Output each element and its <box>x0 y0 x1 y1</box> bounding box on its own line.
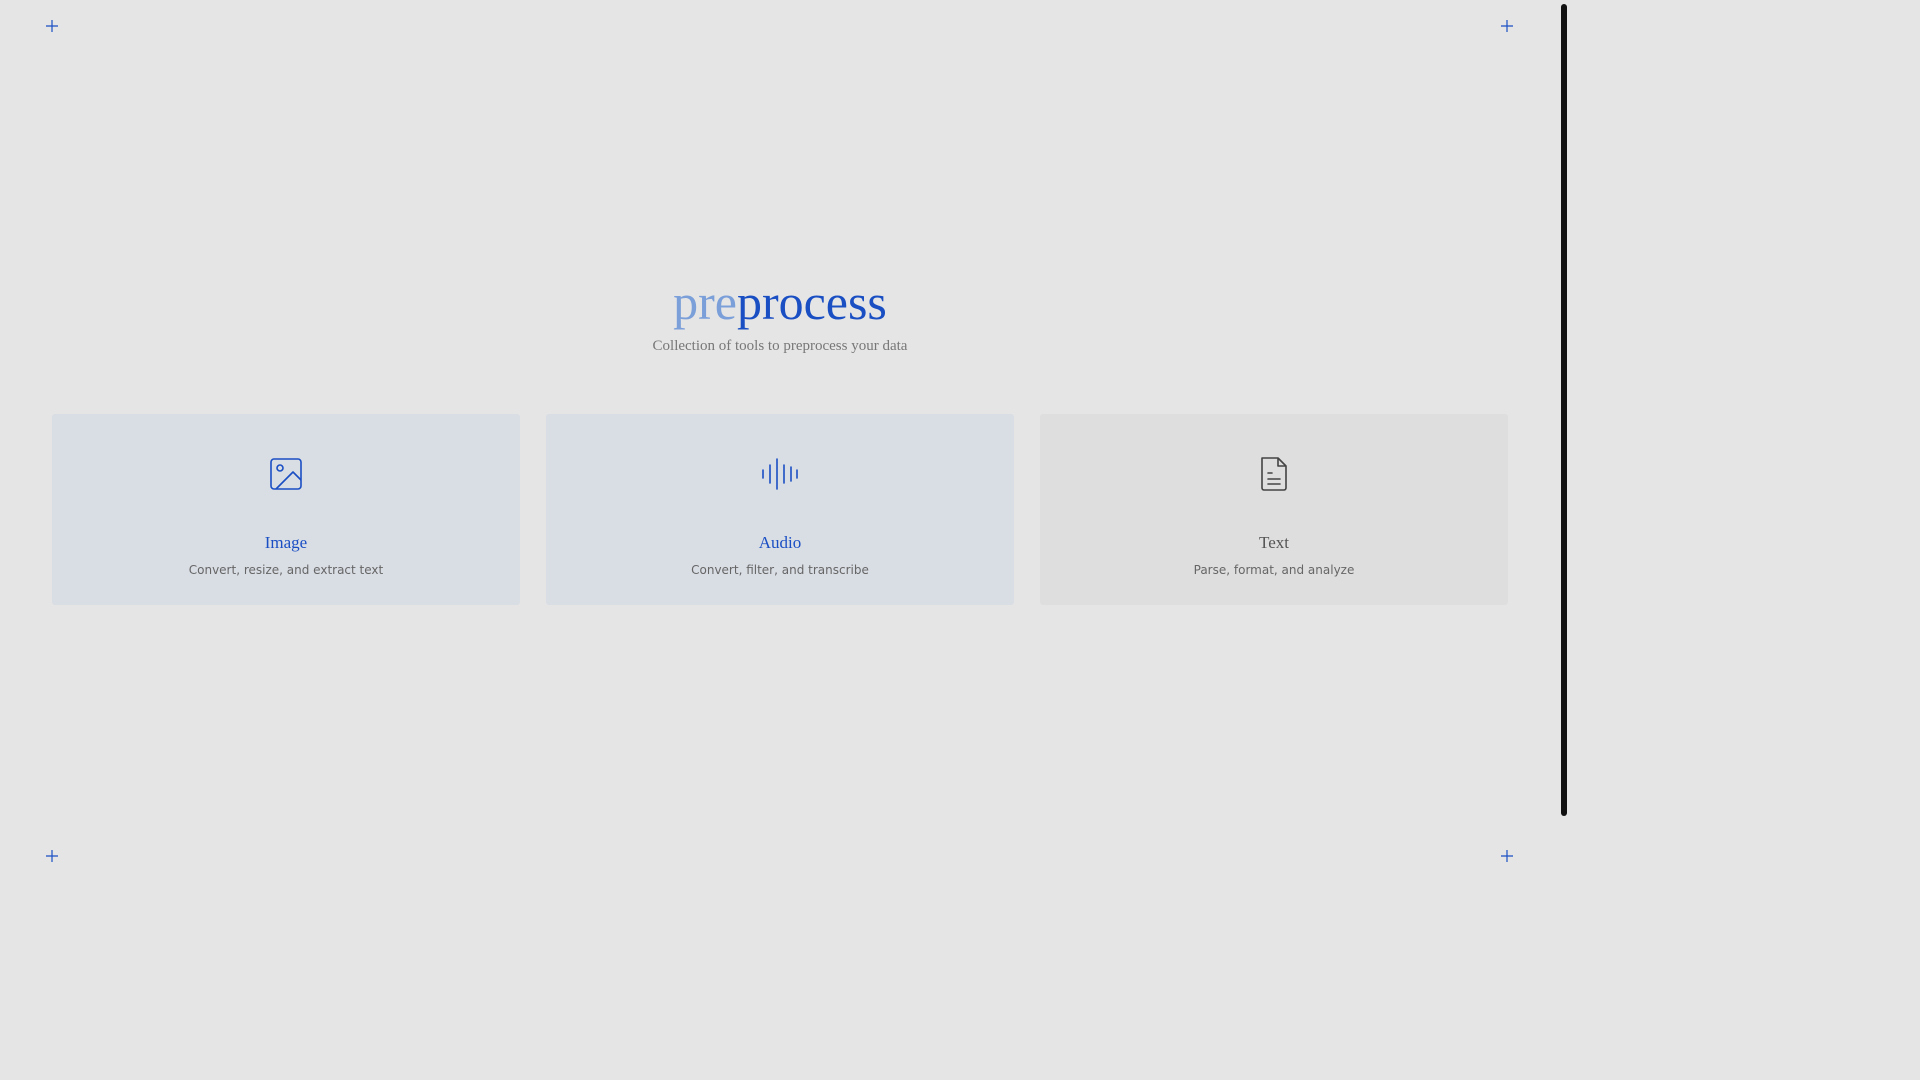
image-icon <box>266 454 306 494</box>
card-description-audio: Convert, filter, and transcribe <box>691 563 869 577</box>
card-description-text: Parse, format, and analyze <box>1193 563 1355 577</box>
page-subtitle: Collection of tools to preprocess your d… <box>652 338 908 354</box>
card-title-text: Text <box>1259 533 1289 552</box>
title-prefix: pre <box>673 274 737 330</box>
page-title: preprocess <box>0 270 1560 334</box>
tool-cards: Image Convert, resize, and extract text … <box>52 414 1508 605</box>
corner-plus-icon-top-left <box>45 19 59 33</box>
image-tool-card[interactable]: Image Convert, resize, and extract text <box>52 414 520 605</box>
corner-plus-icon-top-right <box>1500 19 1514 33</box>
corner-plus-icon-bottom-left <box>45 849 59 863</box>
card-title-audio: Audio <box>758 533 802 552</box>
card-title-image: Image <box>264 533 308 552</box>
corner-plus-icon-bottom-right <box>1500 849 1514 863</box>
document-text-icon <box>1254 454 1294 494</box>
page: preprocess Collection of tools to prepro… <box>0 0 1568 882</box>
scrollbar-thumb[interactable] <box>1561 4 1567 816</box>
scrollbar-track[interactable] <box>1560 0 1568 882</box>
hero: preprocess Collection of tools to prepro… <box>0 270 1560 355</box>
audio-tool-card[interactable]: Audio Convert, filter, and transcribe <box>546 414 1014 605</box>
title-suffix: process <box>736 274 887 330</box>
card-description-image: Convert, resize, and extract text <box>188 563 384 577</box>
audio-waveform-icon <box>760 454 800 494</box>
text-tool-card[interactable]: Text Parse, format, and analyze <box>1040 414 1508 605</box>
